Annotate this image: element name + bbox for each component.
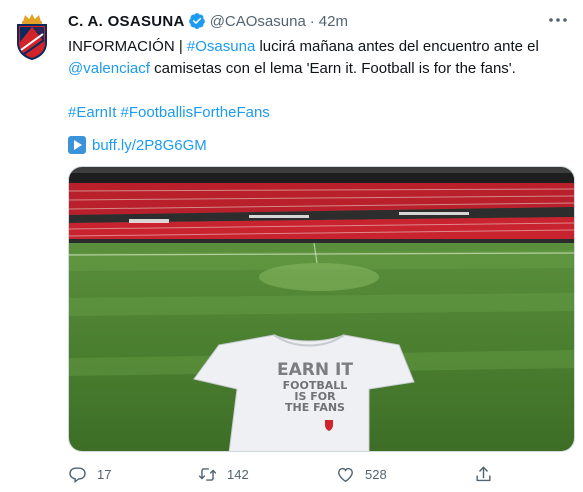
text-segment: INFORMACIÓN |	[68, 38, 187, 55]
url-row: buff.ly/2P8G6GM	[68, 134, 207, 156]
text-segment: camisetas con el lema 'Earn it. Football…	[149, 60, 516, 77]
like-icon	[338, 467, 353, 482]
reply-button[interactable]: 17	[68, 465, 111, 484]
reply-count: 17	[97, 466, 112, 482]
reply-icon	[69, 466, 86, 483]
share-icon	[476, 466, 491, 481]
like-button[interactable]: 528	[336, 465, 387, 484]
like-count: 528	[365, 466, 387, 482]
retweet-icon	[198, 467, 217, 481]
header-separator: ·	[309, 12, 315, 30]
tweet-text-line-1: INFORMACIÓN | #Osasuna lucirá mañana ant…	[68, 36, 568, 58]
tweet-timestamp[interactable]: 42m	[319, 13, 348, 30]
more-options-icon[interactable]	[547, 12, 569, 28]
text-segment: lucirá mañana antes del encuentro ante e…	[255, 38, 539, 55]
tweet-hashtags-line: #EarnIt #FootballisFortheFans	[68, 102, 568, 124]
hashtag-osasuna-link[interactable]: #Osasuna	[187, 38, 255, 55]
mention-valenciacf-link[interactable]: @valenciacf	[68, 60, 150, 77]
share-button[interactable]	[474, 465, 493, 484]
short-url-link[interactable]: buff.ly/2P8G6GM	[92, 137, 207, 154]
retweet-button[interactable]: 142	[198, 465, 249, 484]
retweet-count: 142	[227, 466, 249, 482]
verified-badge-icon	[188, 13, 205, 29]
link-preview-icon	[68, 136, 86, 154]
tweet-media-image[interactable]: EARN IT FOOTBALL IS FOR THE FANS	[68, 166, 575, 452]
club-crest-icon[interactable]	[12, 12, 52, 61]
hashtag-earnit-link[interactable]: #EarnIt	[68, 104, 116, 121]
shirt-text-line-1: EARN IT	[277, 360, 353, 380]
tweet-header: C. A. OSASUNA @CAOsasuna · 42m	[68, 11, 348, 31]
tweet-actions: 17 142 528	[68, 462, 568, 486]
hashtag-footballisforthefans-link[interactable]: #FootballisFortheFans	[121, 104, 270, 121]
author-name[interactable]: C. A. OSASUNA	[68, 13, 185, 30]
shirt-text-line-4: THE FANS	[285, 401, 345, 414]
tweet[interactable]: C. A. OSASUNA @CAOsasuna · 42m INFORMACI…	[0, 0, 583, 492]
author-handle[interactable]: @CAOsasuna	[210, 13, 306, 30]
tweet-text: INFORMACIÓN | #Osasuna lucirá mañana ant…	[68, 36, 568, 124]
tweet-text-line-2: @valenciacf camisetas con el lema 'Earn …	[68, 58, 568, 80]
